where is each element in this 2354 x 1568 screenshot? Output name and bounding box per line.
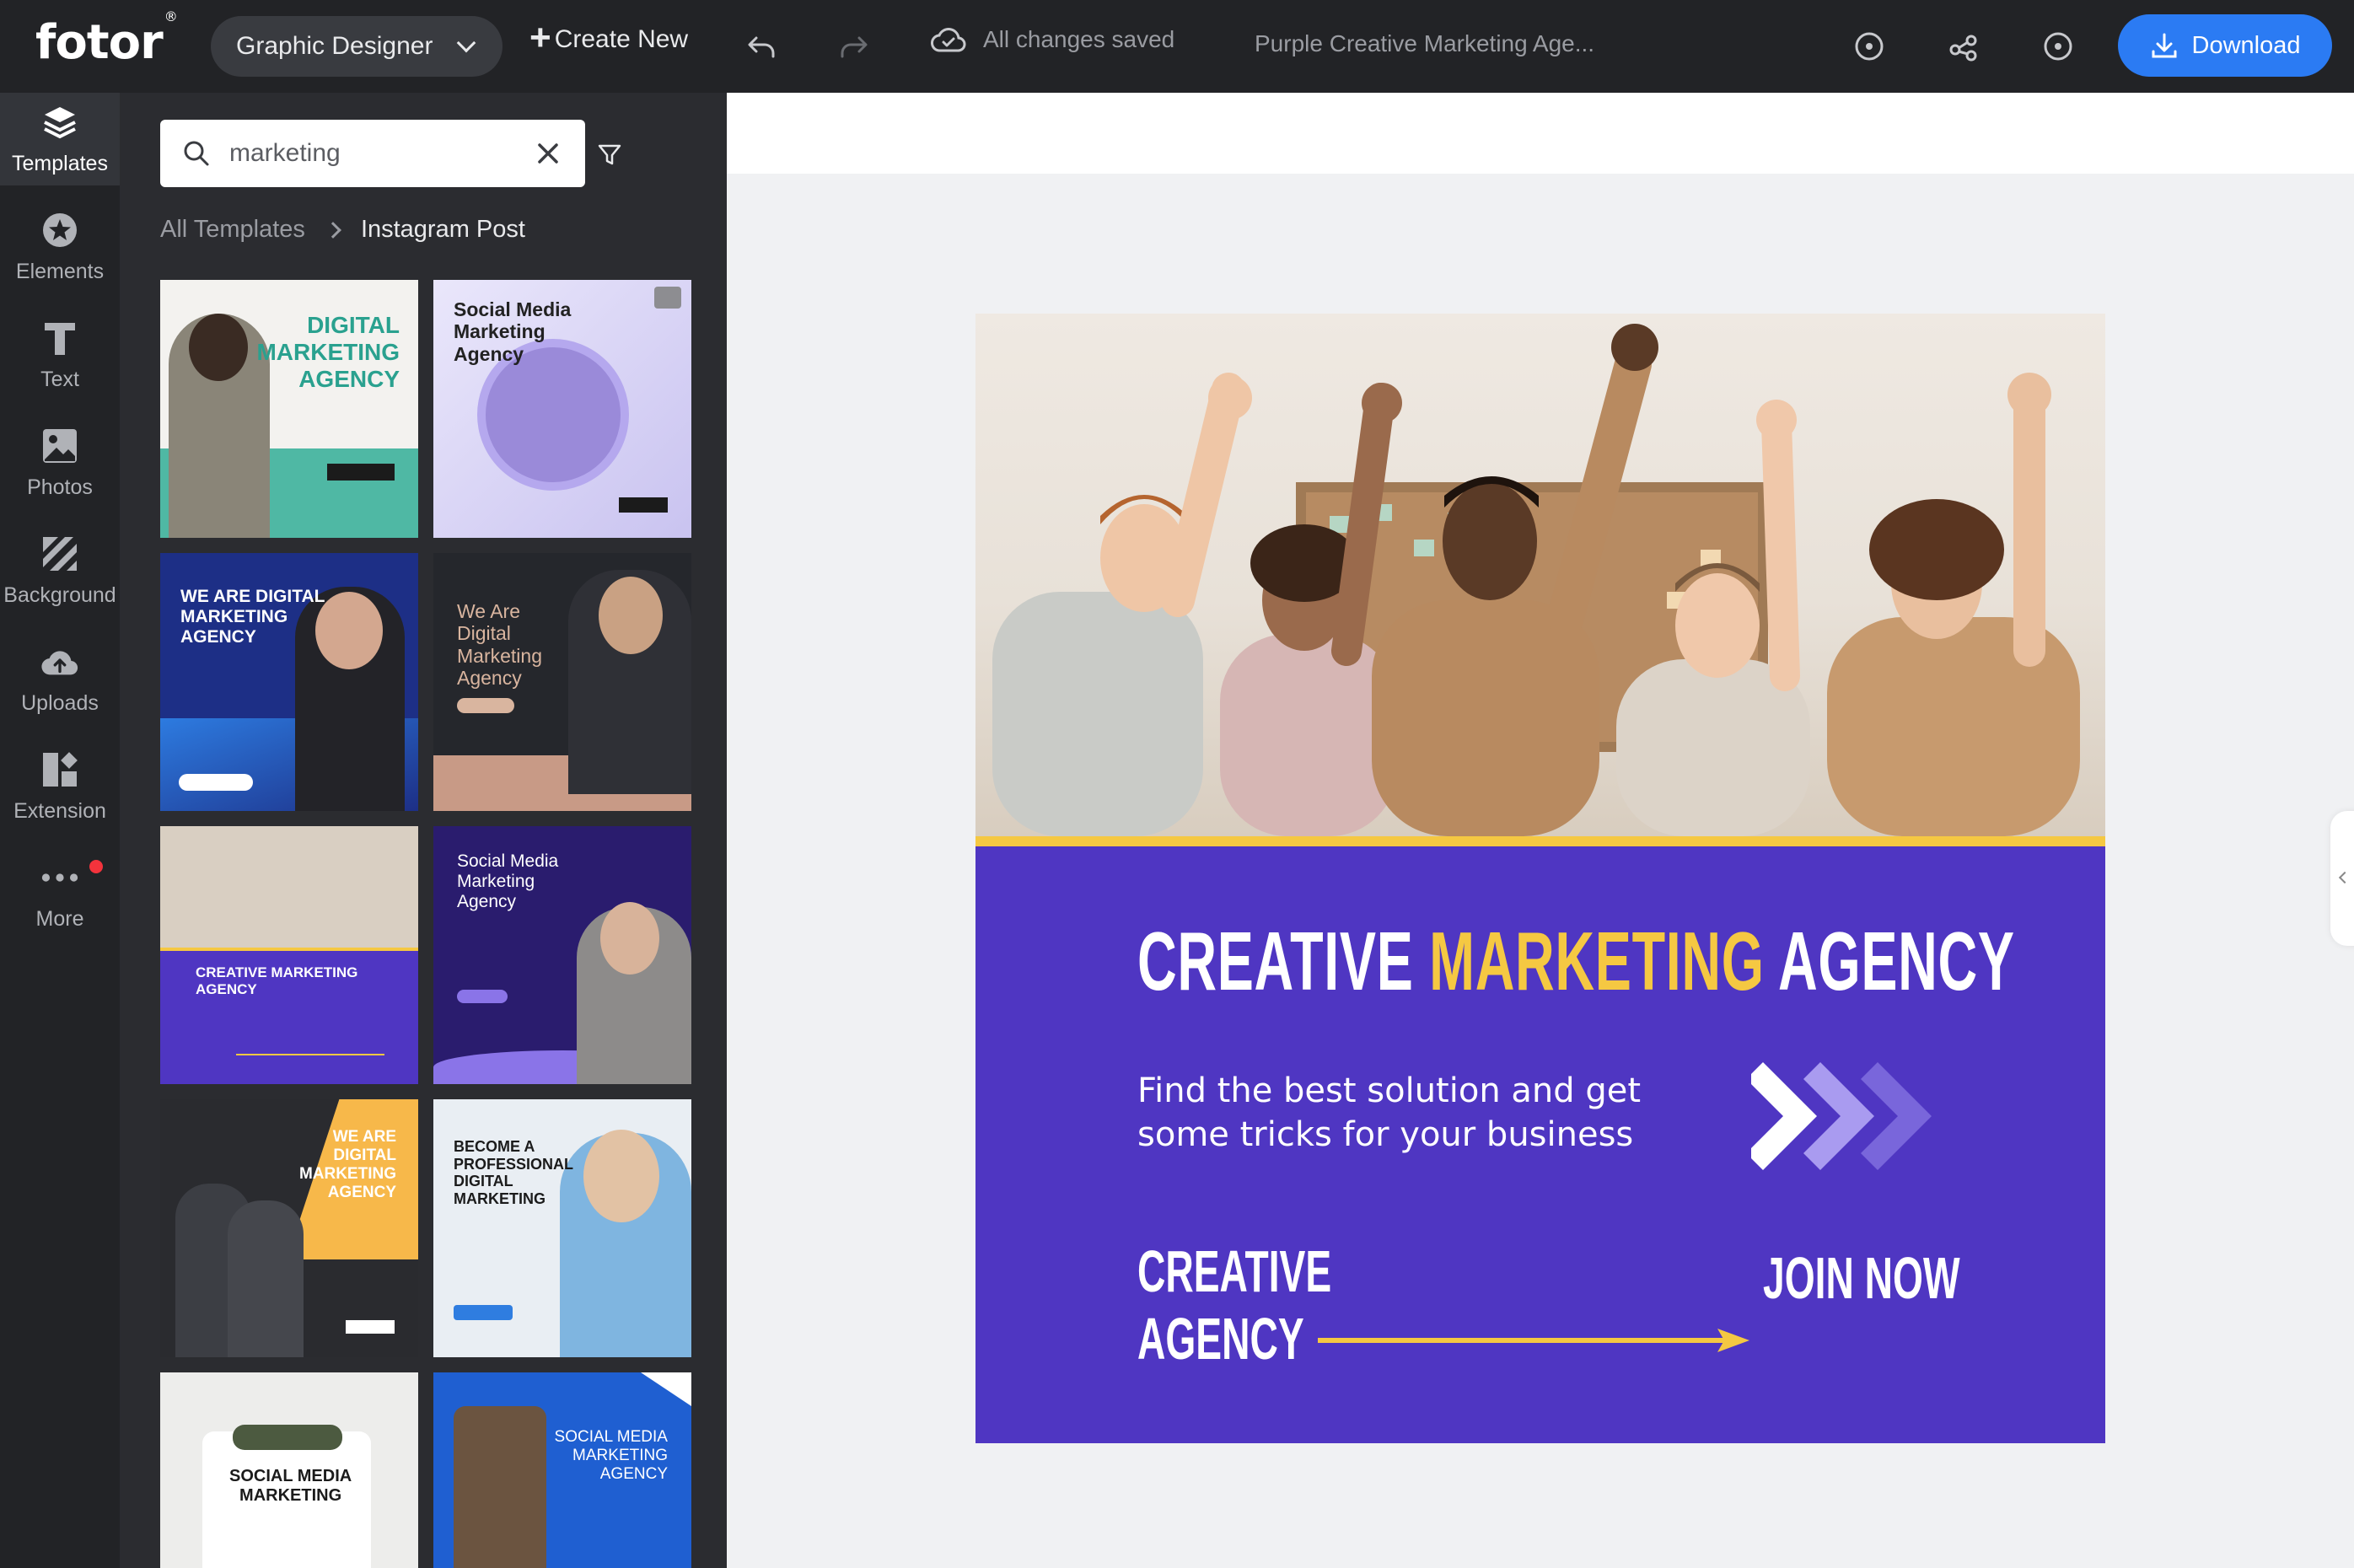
template-card[interactable]: SOCIAL MEDIA MARKETING AGENCY bbox=[433, 1372, 691, 1568]
text-icon bbox=[40, 319, 79, 357]
design-subtext[interactable]: Find the best solution and get some tric… bbox=[1137, 1069, 1660, 1157]
create-new-button[interactable]: + Create New bbox=[529, 17, 689, 58]
save-status-text: All changes saved bbox=[983, 26, 1175, 52]
headline-part-2: AGENCY bbox=[1764, 915, 2015, 1007]
rail-label: Background bbox=[3, 583, 116, 607]
template-card[interactable]: WE ARE DIGITAL MARKETING AGENCY bbox=[160, 553, 418, 811]
rail-label: Photos bbox=[27, 475, 93, 499]
breadcrumb: All Templates Instagram Post bbox=[160, 216, 525, 244]
create-new-label: Create New bbox=[554, 25, 689, 53]
design-join-now[interactable]: JOIN NOW bbox=[1763, 1244, 1960, 1312]
cloud-check-icon bbox=[931, 28, 966, 52]
design-creative-agency[interactable]: CREATIVE AGENCY bbox=[1137, 1238, 1331, 1372]
template-card[interactable]: WE ARE DIGITAL MARKETING AGENCY bbox=[160, 1099, 418, 1357]
logo-text: fotor bbox=[35, 15, 164, 70]
canvas-toolbar-strip bbox=[727, 93, 2354, 174]
chevron-down-icon bbox=[457, 33, 476, 53]
search-input[interactable]: marketing bbox=[229, 139, 523, 168]
templates-panel: marketing All Templates Instagram Post D… bbox=[120, 93, 727, 1568]
share-icon[interactable] bbox=[1943, 25, 1985, 67]
search-icon bbox=[184, 141, 209, 166]
template-search[interactable]: marketing bbox=[160, 120, 585, 187]
save-status: All changes saved bbox=[931, 25, 1174, 54]
template-title: SOCIAL MEDIA MARKETING bbox=[229, 1467, 352, 1505]
template-card[interactable]: BECOME A PROFESSIONAL DIGITAL MARKETING bbox=[433, 1099, 691, 1357]
cloud-upload-icon bbox=[40, 642, 79, 681]
rail-label: Elements bbox=[15, 259, 105, 283]
template-title: CREATIVE MARKETING AGENCY bbox=[196, 964, 358, 997]
chevron-right-icon bbox=[325, 221, 341, 239]
headline-part-1: CREATIVE bbox=[1137, 915, 1430, 1007]
template-title: DIGITAL MARKETING AGENCY bbox=[256, 312, 400, 393]
rail-item-extension[interactable]: Extension bbox=[0, 740, 120, 833]
image-icon bbox=[40, 427, 79, 465]
rail-label: Text bbox=[40, 367, 79, 391]
undo-icon[interactable] bbox=[740, 25, 782, 67]
headline-highlight: MARKETING bbox=[1429, 915, 1765, 1007]
clear-search-icon[interactable] bbox=[523, 128, 573, 179]
template-card[interactable]: Social Media Marketing Agency bbox=[433, 280, 691, 538]
template-title: We Are Digital Marketing Agency bbox=[457, 600, 542, 690]
preview-icon[interactable] bbox=[1848, 25, 1890, 67]
team-photo[interactable] bbox=[975, 314, 2105, 836]
template-title: SOCIAL MEDIA MARKETING AGENCY bbox=[554, 1428, 668, 1483]
notification-dot bbox=[89, 860, 103, 873]
template-title: Social Media Marketing Agency bbox=[454, 298, 572, 365]
template-card[interactable]: CREATIVE MARKETING AGENCY bbox=[160, 826, 418, 1084]
background-icon bbox=[40, 534, 79, 573]
design-headline[interactable]: CREATIVE MARKETING AGENCY bbox=[1137, 914, 2015, 1009]
rail-label: More bbox=[35, 906, 84, 931]
view-icon[interactable] bbox=[2037, 25, 2079, 67]
rail-item-background[interactable]: Background bbox=[0, 524, 120, 617]
chevron-left-icon bbox=[2338, 871, 2351, 884]
breadcrumb-current: Instagram Post bbox=[360, 216, 525, 243]
redo-icon[interactable] bbox=[833, 25, 875, 67]
rail-item-text[interactable]: Text bbox=[0, 309, 120, 401]
template-title: WE ARE DIGITAL MARKETING AGENCY bbox=[298, 1128, 396, 1201]
template-title: WE ARE DIGITAL MARKETING AGENCY bbox=[180, 587, 325, 647]
chevron-arrows-graphic[interactable] bbox=[1751, 1057, 1970, 1175]
download-icon bbox=[2152, 33, 2176, 58]
more-icon bbox=[40, 858, 79, 897]
template-title: BECOME A PROFESSIONAL DIGITAL MARKETING bbox=[454, 1138, 574, 1208]
plus-icon: + bbox=[529, 17, 551, 58]
app-root: fotor ® Graphic Designer + Create New All… bbox=[0, 0, 2354, 1568]
rail-label: Templates bbox=[12, 151, 108, 175]
rail-item-uploads[interactable]: Uploads bbox=[0, 632, 120, 725]
extension-icon bbox=[40, 750, 79, 789]
rail-item-more[interactable]: More bbox=[0, 848, 120, 941]
accent-divider bbox=[975, 836, 2105, 846]
rail-item-photos[interactable]: Photos bbox=[0, 416, 120, 509]
template-card[interactable]: SOCIAL MEDIA MARKETING bbox=[160, 1372, 418, 1568]
template-card[interactable]: DIGITAL MARKETING AGENCY bbox=[160, 280, 418, 538]
left-rail: Templates Elements Text Photos Backgroun… bbox=[0, 93, 120, 1568]
rail-label: Extension bbox=[13, 798, 106, 823]
rail-item-elements[interactable]: Elements bbox=[0, 201, 120, 293]
template-card[interactable]: Social Media Marketing Agency bbox=[433, 826, 691, 1084]
role-dropdown[interactable]: Graphic Designer bbox=[211, 16, 503, 77]
template-card[interactable]: We Are Digital Marketing Agency bbox=[433, 553, 691, 811]
rail-label: Uploads bbox=[21, 690, 99, 715]
design-canvas[interactable]: CREATIVE MARKETING AGENCY Find the best … bbox=[975, 314, 2105, 1443]
top-bar: fotor ® Graphic Designer + Create New All… bbox=[0, 0, 2354, 93]
download-button[interactable]: Download bbox=[2118, 14, 2332, 77]
star-icon bbox=[40, 211, 79, 250]
document-title[interactable]: Purple Creative Marketing Age... bbox=[1255, 30, 1594, 57]
template-title: Social Media Marketing Agency bbox=[457, 851, 559, 912]
arrow-line-graphic[interactable] bbox=[1313, 1325, 1751, 1359]
rail-item-templates[interactable]: Templates bbox=[0, 93, 120, 185]
layers-icon bbox=[40, 103, 79, 142]
role-label: Graphic Designer bbox=[236, 32, 433, 60]
breadcrumb-all-templates[interactable]: All Templates bbox=[160, 216, 305, 244]
download-label: Download bbox=[2191, 31, 2301, 59]
logo-mark: ® bbox=[164, 8, 178, 25]
right-panel-toggle[interactable] bbox=[2330, 811, 2354, 946]
fotor-logo[interactable]: fotor ® bbox=[35, 8, 178, 70]
filter-icon[interactable] bbox=[597, 142, 622, 171]
